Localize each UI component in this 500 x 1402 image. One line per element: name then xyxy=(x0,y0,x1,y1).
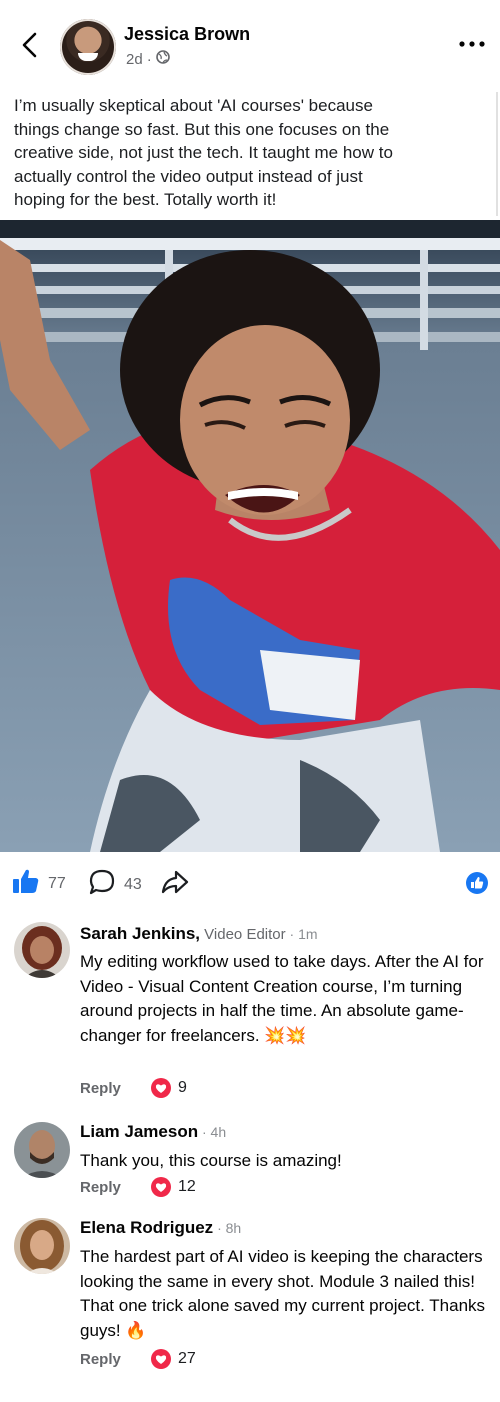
heart-count: 12 xyxy=(178,1178,196,1195)
scrollbar[interactable] xyxy=(496,92,498,216)
reply-button[interactable]: Reply xyxy=(80,1080,150,1097)
comment-time: · 8h xyxy=(213,1220,242,1236)
heart-reaction[interactable]: 9 xyxy=(150,1077,187,1099)
comment-body: Thank you, this course is amazing! xyxy=(80,1151,342,1170)
share-arrow-icon[interactable] xyxy=(160,868,190,896)
comment-actions: Reply 9 xyxy=(80,1077,187,1099)
heart-reaction-icon xyxy=(151,1177,171,1197)
comment-emoji: 💥💥 xyxy=(264,1025,307,1045)
author-name[interactable]: Jessica Brown xyxy=(124,24,250,45)
comment-button[interactable]: 43 xyxy=(88,868,142,901)
comment-actions: Reply 12 xyxy=(80,1176,196,1198)
more-options-icon[interactable] xyxy=(456,32,488,56)
commenter-name[interactable]: Liam Jameson xyxy=(80,1122,198,1141)
post-photo[interactable] xyxy=(0,220,500,852)
comment-text: My editing workflow used to take days. A… xyxy=(80,950,490,1048)
thumbs-up-icon xyxy=(12,868,40,899)
commenter-avatar[interactable] xyxy=(14,922,70,978)
like-reaction-badge-icon[interactable] xyxy=(466,872,488,894)
commenter-avatar[interactable] xyxy=(14,1122,70,1178)
commenter-role: Video Editor xyxy=(200,926,286,943)
meta-separator: · xyxy=(146,50,152,68)
comment-time: · 4h xyxy=(198,1124,227,1140)
reply-button[interactable]: Reply xyxy=(80,1179,150,1196)
comment-count: 43 xyxy=(124,875,142,893)
reply-button[interactable]: Reply xyxy=(80,1351,150,1368)
heart-count: 9 xyxy=(178,1079,187,1096)
heart-reaction-icon xyxy=(151,1349,171,1369)
comment-time: · 1m xyxy=(285,926,318,942)
heart-reaction-icon xyxy=(151,1078,171,1098)
reaction-bar: 77 43 xyxy=(0,860,500,904)
back-arrow-icon[interactable] xyxy=(16,30,44,60)
comment-header: Liam Jameson · 4h xyxy=(80,1122,226,1142)
post-header: Jessica Brown 2d · xyxy=(0,0,500,90)
comment-actions: Reply 27 xyxy=(80,1348,196,1370)
heart-reaction[interactable]: 27 xyxy=(150,1348,196,1370)
comment-header: Sarah Jenkins, Video Editor · 1m xyxy=(80,924,318,944)
globe-icon xyxy=(155,50,170,68)
comment-header: Elena Rodriguez · 8h xyxy=(80,1218,241,1238)
author-avatar[interactable] xyxy=(60,19,116,75)
heart-count: 27 xyxy=(178,1350,196,1367)
commenter-avatar[interactable] xyxy=(14,1218,70,1274)
commenter-name[interactable]: Elena Rodriguez xyxy=(80,1218,213,1237)
like-count: 77 xyxy=(48,874,66,892)
comment-emoji: 🔥 xyxy=(125,1320,147,1340)
commenter-name[interactable]: Sarah Jenkins, xyxy=(80,924,200,943)
post-text: I’m usually skeptical about 'AI courses'… xyxy=(14,96,393,209)
comment-text: Thank you, this course is amazing! xyxy=(80,1149,490,1174)
like-button[interactable]: 77 xyxy=(12,868,66,899)
heart-reaction[interactable]: 12 xyxy=(150,1176,196,1198)
post-time[interactable]: 2d xyxy=(126,51,143,68)
comment-bubble-icon xyxy=(88,868,116,901)
post-meta: 2d · xyxy=(126,50,170,68)
comment-text: The hardest part of AI video is keeping … xyxy=(80,1245,490,1343)
